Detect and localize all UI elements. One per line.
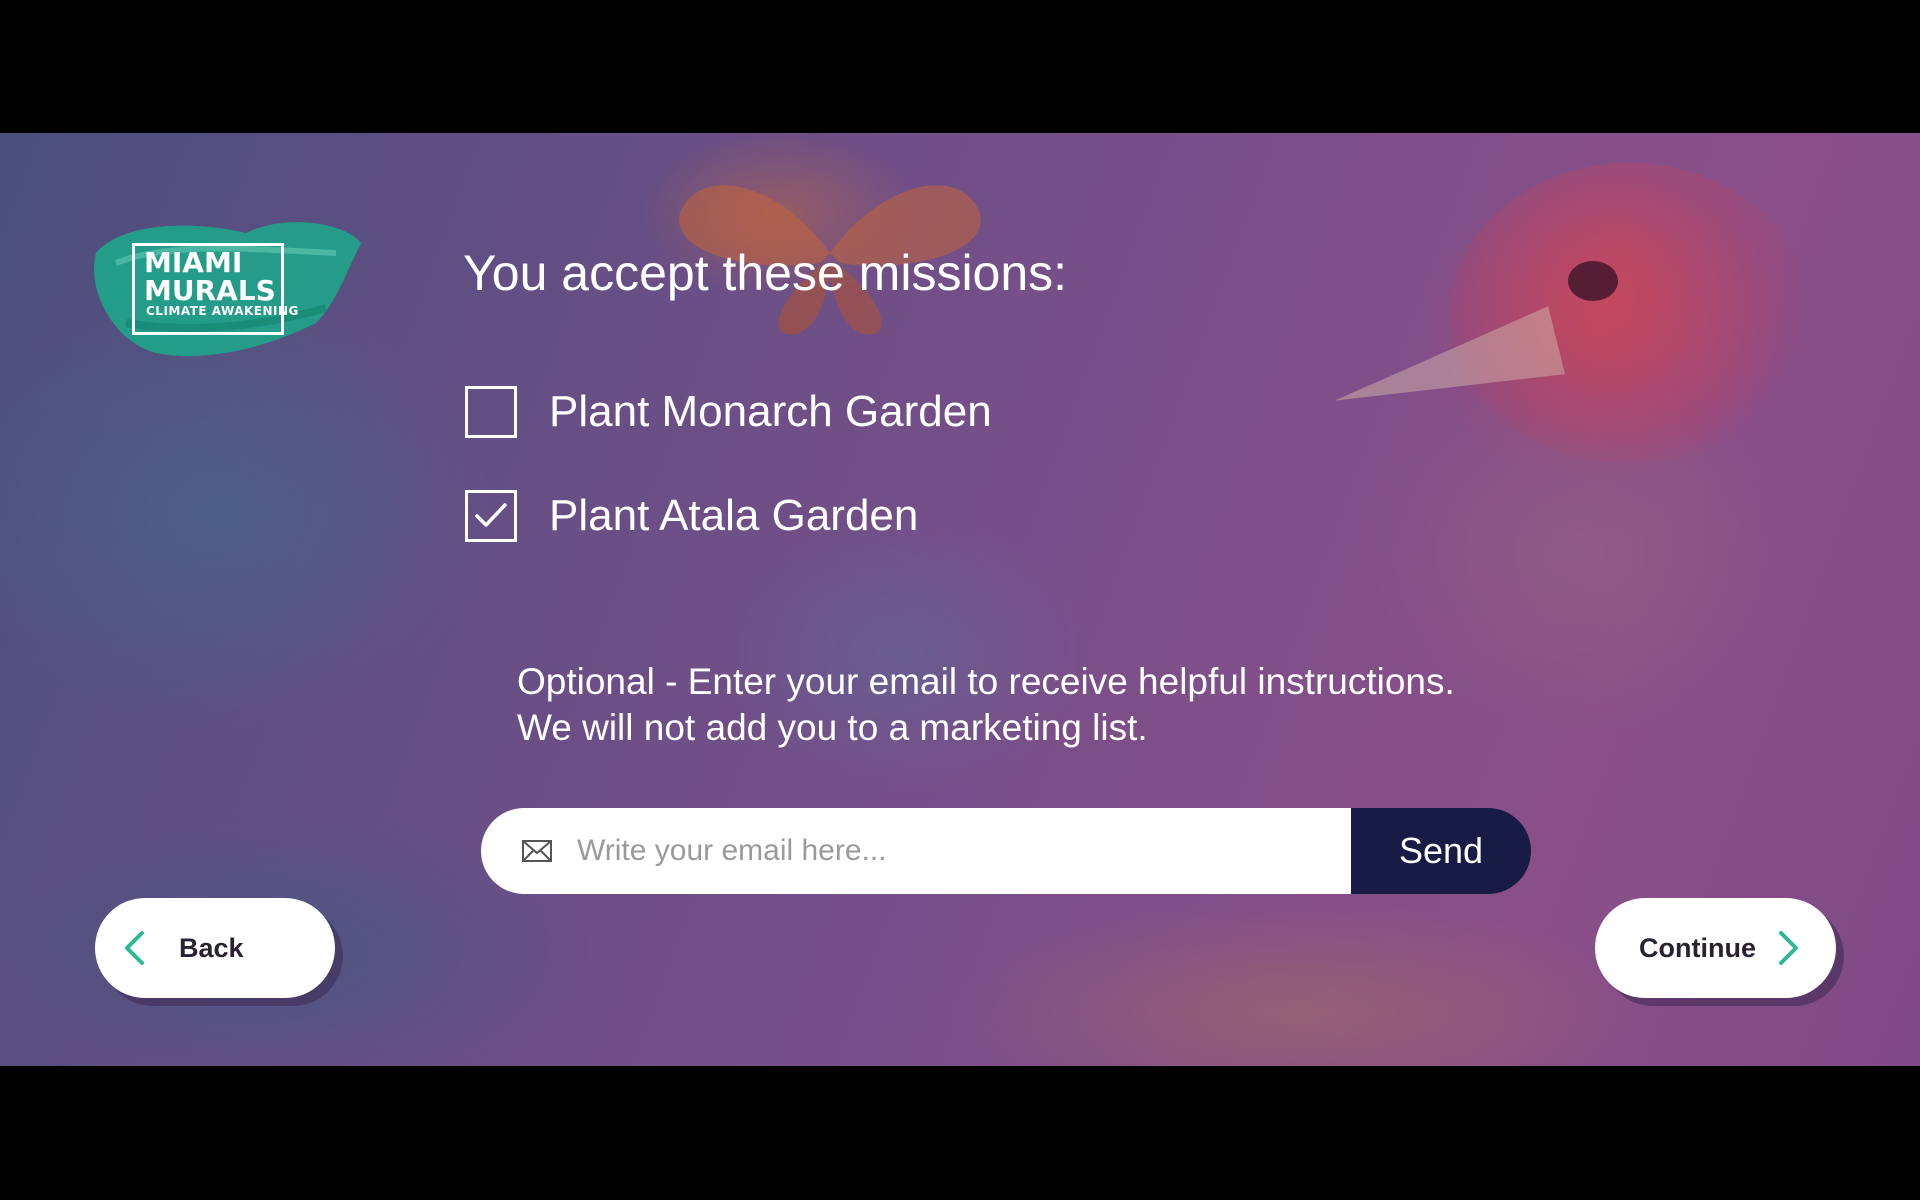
mission-label: Plant Monarch Garden — [549, 387, 992, 436]
back-label: Back — [179, 932, 244, 963]
optional-email-note: Optional - Enter your email to receive h… — [517, 659, 1455, 751]
email-form: Send — [481, 808, 1531, 894]
send-button[interactable]: Send — [1351, 808, 1531, 894]
optional-note-line2: We will not add you to a marketing list. — [517, 707, 1148, 748]
envelope-icon — [522, 840, 552, 862]
mission-item-monarch[interactable]: Plant Monarch Garden — [465, 383, 992, 441]
bird-eye-art — [1568, 261, 1618, 301]
email-input[interactable] — [575, 833, 1351, 869]
page-title: You accept these missions: — [463, 245, 1068, 301]
back-button[interactable]: Back — [95, 898, 335, 998]
optional-note-line1: Optional - Enter your email to receive h… — [517, 661, 1455, 702]
bird-art — [1450, 163, 1810, 463]
checkmark-icon — [475, 503, 507, 527]
logo-subtitle: CLIMATE AWAKENING — [146, 304, 299, 318]
miami-murals-logo: MIAMI MURALS CLIMATE AWAKENING — [86, 213, 366, 363]
mission-item-atala[interactable]: Plant Atala Garden — [465, 487, 918, 545]
mission-checkbox-monarch[interactable] — [465, 386, 517, 438]
mission-label: Plant Atala Garden — [549, 491, 919, 540]
continue-button[interactable]: Continue — [1595, 898, 1836, 998]
app-screen: MIAMI MURALS CLIMATE AWAKENING You accep… — [0, 133, 1920, 1066]
mission-checkbox-atala[interactable] — [465, 490, 517, 542]
continue-label: Continue — [1639, 932, 1756, 963]
email-field[interactable] — [481, 808, 1351, 894]
logo-title: MIAMI MURALS — [144, 249, 276, 305]
chevron-left-icon — [125, 931, 144, 965]
logo-title-line2: MURALS — [144, 274, 276, 307]
chevron-right-icon — [1778, 931, 1798, 965]
